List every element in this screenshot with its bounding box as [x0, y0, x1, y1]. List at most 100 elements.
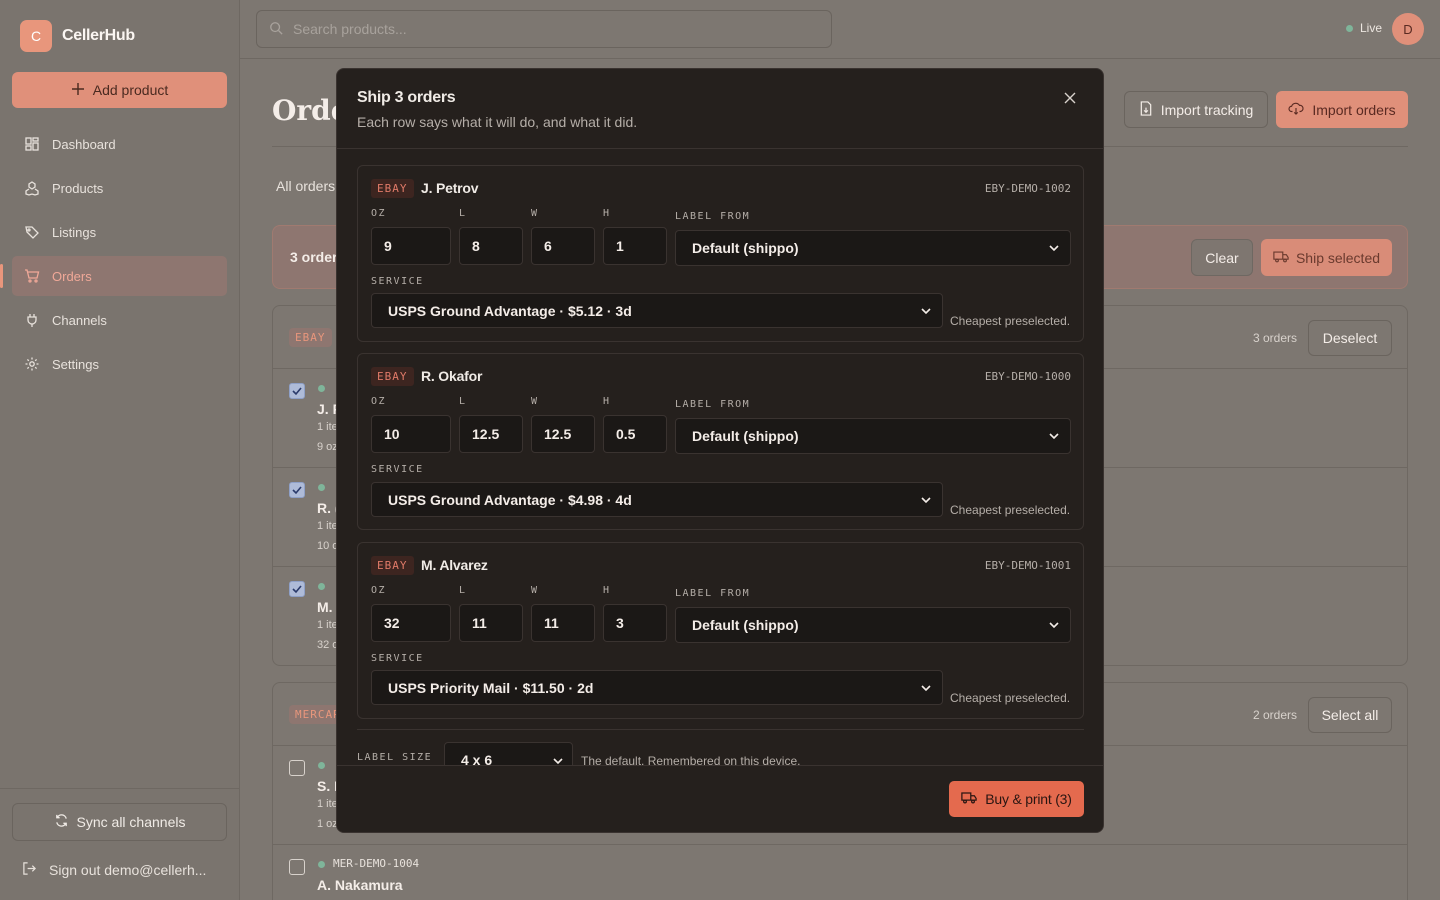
height-label: H — [603, 208, 611, 219]
deselect-button[interactable]: Deselect — [1308, 320, 1392, 356]
length-input[interactable] — [459, 227, 523, 265]
sidebar-item-dashboard[interactable]: Dashboard — [12, 124, 227, 164]
sidebar-item-label: Listings — [52, 224, 97, 240]
chevron-down-icon — [921, 308, 931, 315]
top-bar: Live D — [240, 0, 1440, 59]
modal-title: Ship 3 orders — [357, 89, 456, 106]
weight-oz-input[interactable] — [371, 415, 451, 453]
modal-body: EBAY J. Petrov EBY-DEMO-1002 OZ L W H LA… — [337, 149, 1103, 765]
import-orders-label: Import orders — [1312, 101, 1396, 118]
length-label: L — [459, 208, 467, 219]
cart-icon — [24, 268, 40, 284]
length-input[interactable] — [459, 415, 523, 453]
row-name: A. Nakamura — [317, 877, 403, 893]
length-label: L — [459, 396, 467, 407]
refresh-icon — [54, 813, 69, 831]
label-size-label: LABEL SIZE — [357, 752, 433, 763]
import-tracking-label: Import tracking — [1160, 101, 1254, 118]
import-tracking-button[interactable]: Import tracking — [1124, 91, 1268, 128]
width-label: W — [531, 396, 539, 407]
row-checkbox[interactable] — [289, 383, 305, 399]
add-product-label: Add product — [92, 82, 169, 98]
dashboard-icon — [24, 136, 40, 152]
label-size-select[interactable]: 4 x 6 — [444, 742, 573, 765]
length-input[interactable] — [459, 604, 523, 642]
sync-all-channels-button[interactable]: Sync all channels — [12, 803, 227, 841]
buyer-name: R. Okafor — [421, 368, 483, 384]
height-label: H — [603, 585, 611, 596]
sidebar-item-label: Settings — [52, 356, 99, 372]
row-weight: 1 oz — [317, 818, 338, 830]
close-button[interactable] — [1059, 87, 1081, 109]
row-checkbox[interactable] — [289, 760, 305, 776]
height-input[interactable] — [603, 227, 667, 265]
search-box[interactable] — [256, 10, 832, 48]
service-select[interactable]: USPS Ground Advantage · $5.12 · 3d — [371, 293, 943, 328]
oz-label: OZ — [371, 208, 387, 219]
select-all-button[interactable]: Select all — [1308, 697, 1392, 733]
height-input[interactable] — [603, 415, 667, 453]
status-dot — [318, 583, 325, 590]
weight-oz-input[interactable] — [371, 604, 451, 642]
width-input[interactable] — [531, 604, 595, 642]
oz-label: OZ — [371, 396, 387, 407]
add-product-button[interactable]: Add product — [12, 72, 227, 108]
sidebar-item-listings[interactable]: Listings — [12, 212, 227, 252]
shipment-card: EBAY M. Alvarez EBY-DEMO-1001 OZ L W H L… — [357, 542, 1084, 719]
ship-selected-button[interactable]: Ship selected — [1261, 239, 1392, 276]
row-checkbox[interactable] — [289, 581, 305, 597]
brand[interactable]: C CellerHub — [20, 20, 135, 52]
cloud-download-icon — [1288, 101, 1304, 118]
import-orders-button[interactable]: Import orders — [1276, 91, 1408, 128]
live-label: Live — [1360, 21, 1383, 35]
cheapest-hint: Cheapest preselected. — [950, 503, 1071, 517]
sidebar-nav: Dashboard Products Listings Orders Chann… — [0, 124, 227, 388]
shipment-card: EBAY J. Petrov EBY-DEMO-1002 OZ L W H LA… — [357, 165, 1084, 342]
sidebar-item-settings[interactable]: Settings — [12, 344, 227, 384]
chevron-down-icon — [921, 685, 931, 692]
sign-out-link[interactable]: Sign out demo@cellerh... — [22, 861, 222, 879]
live-dot — [1346, 24, 1353, 32]
sidebar-item-products[interactable]: Products — [12, 168, 227, 208]
file-icon — [1139, 100, 1153, 119]
service-select[interactable]: USPS Priority Mail · $11.50 · 2d — [371, 670, 943, 705]
tab-all-orders[interactable]: All orders — [276, 178, 335, 194]
clear-button[interactable]: Clear — [1191, 239, 1253, 276]
table-row[interactable]: MER-DEMO-1004 A. Nakamura — [273, 845, 1407, 900]
service-label: SERVICE — [371, 276, 424, 287]
width-label: W — [531, 208, 539, 219]
tag-icon — [24, 224, 40, 240]
search-input[interactable] — [293, 21, 793, 37]
live-status: Live — [1346, 21, 1382, 35]
buy-and-print-label: Buy & print (3) — [985, 791, 1072, 807]
chevron-down-icon — [1049, 245, 1059, 252]
brand-name: CellerHub — [62, 27, 135, 44]
channel-badge: EBAY — [371, 367, 414, 386]
service-label: SERVICE — [371, 653, 424, 664]
sidebar-item-channels[interactable]: Channels — [12, 300, 227, 340]
buyer-name: J. Petrov — [421, 180, 479, 196]
plug-icon — [24, 312, 40, 328]
modal-subtitle: Each row says what it will do, and what … — [357, 114, 638, 130]
sign-out-label: Sign out demo@cellerh... — [49, 862, 207, 878]
label-from-select[interactable]: Default (shippo) — [675, 418, 1071, 454]
width-input[interactable] — [531, 227, 595, 265]
service-value: USPS Ground Advantage · $4.98 · 4d — [388, 491, 632, 508]
height-input[interactable] — [603, 604, 667, 642]
label-size-value: 4 x 6 — [461, 752, 493, 765]
row-checkbox[interactable] — [289, 859, 305, 875]
label-from-select[interactable]: Default (shippo) — [675, 230, 1071, 266]
label-from-select[interactable]: Default (shippo) — [675, 607, 1071, 643]
oz-label: OZ — [371, 585, 387, 596]
width-input[interactable] — [531, 415, 595, 453]
row-checkbox[interactable] — [289, 482, 305, 498]
buy-and-print-button[interactable]: Buy & print (3) — [949, 781, 1084, 817]
weight-oz-input[interactable] — [371, 227, 451, 265]
row-items: 1 ite — [317, 520, 338, 532]
sidebar-item-orders[interactable]: Orders — [0, 256, 227, 296]
service-select[interactable]: USPS Ground Advantage · $4.98 · 4d — [371, 482, 943, 517]
order-id: EBY-DEMO-1002 — [984, 182, 1071, 195]
sidebar-item-label: Orders — [52, 268, 92, 284]
status-dot — [318, 385, 325, 392]
avatar[interactable]: D — [1392, 13, 1424, 45]
